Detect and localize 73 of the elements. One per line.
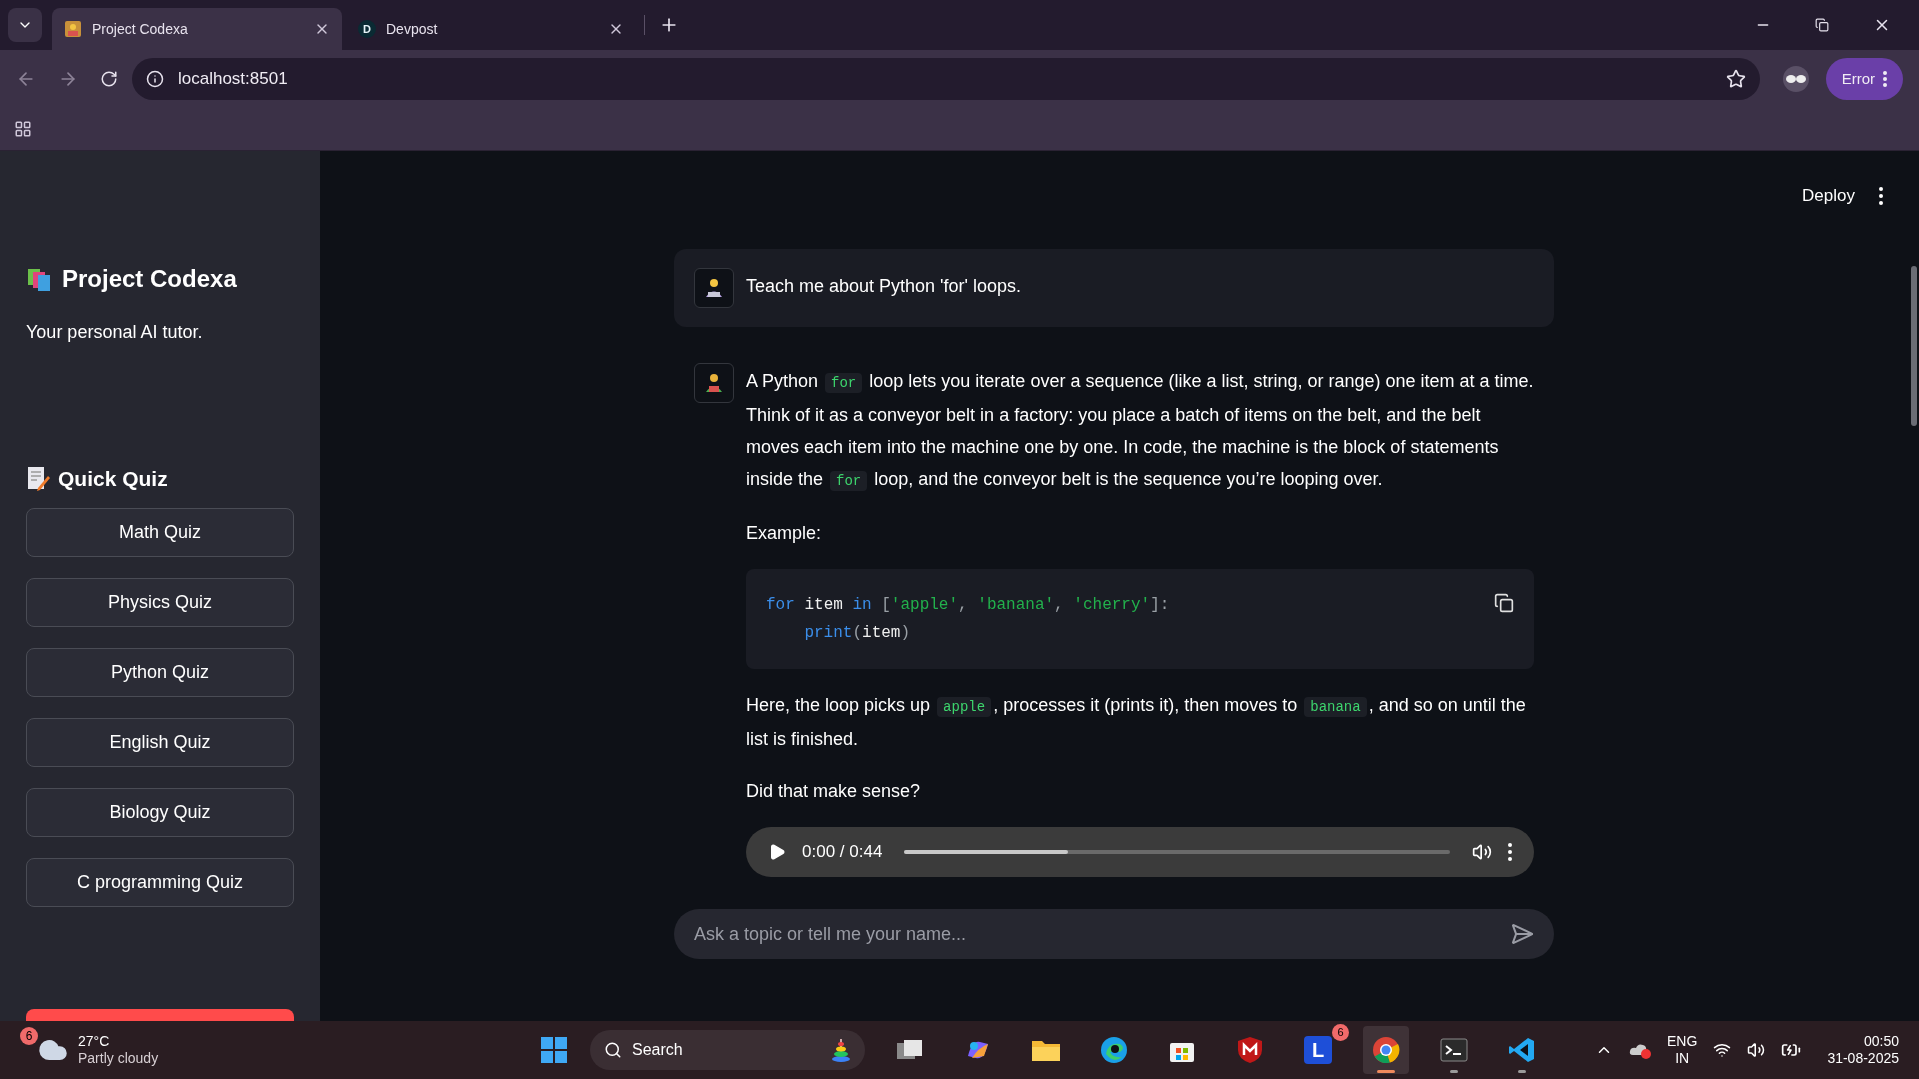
windows-start-icon[interactable] [540, 1036, 568, 1064]
send-icon[interactable] [1510, 922, 1534, 946]
memo-icon [26, 465, 50, 492]
message-text: Did that make sense? [746, 780, 922, 803]
tab-title: Devpost [386, 19, 439, 39]
quiz-button[interactable]: Python Quiz [26, 647, 294, 697]
weather-badge: 6 [20, 1027, 38, 1045]
quiz-button[interactable]: Math Quiz [26, 507, 294, 557]
bookmark-star-icon[interactable] [1725, 69, 1746, 89]
avatar-icon [694, 363, 734, 403]
audio-menu-icon[interactable] [1508, 843, 1512, 861]
rings-toy-icon [831, 1037, 851, 1063]
books-icon [26, 266, 52, 292]
edge-icon[interactable] [1100, 1036, 1128, 1064]
tab-favicon-icon: D [358, 20, 376, 38]
address-bar[interactable]: localhost:8501 [132, 58, 1760, 100]
task-view-icon[interactable] [896, 1038, 924, 1062]
main-menu-icon[interactable] [1879, 187, 1883, 205]
running-indicator [1518, 1070, 1526, 1073]
profile-avatar-icon[interactable] [1781, 65, 1810, 93]
apps-grid-icon[interactable] [14, 120, 32, 138]
message-text: A Python for loop lets you iterate over a sequence (like a list, string, or range) one item at a time. Think of it as a conveyor belt in a factory: you place a batch of items on the belt, and the belt moves each item into the machine one by one. In code, the machine is the block of statements inside the for loop, and the conveyor belt is the sequence you’re looping over. [746, 370, 1534, 493]
clock-date[interactable]: 31-08-2025 [1827, 1050, 1899, 1067]
quiz-button[interactable]: Biology Quiz [26, 787, 294, 837]
avatar-icon [694, 268, 734, 308]
wifi-icon[interactable] [1713, 1041, 1732, 1059]
address-text: localhost:8501 [178, 68, 289, 91]
copy-icon[interactable] [1494, 593, 1514, 613]
more-icon [1883, 71, 1887, 87]
volume-icon[interactable] [1472, 842, 1492, 862]
audio-time: 0:00 / 0:44 [802, 841, 883, 863]
browser-tab[interactable]: D Devpost [346, 8, 636, 50]
browser-tab[interactable]: Project Codexa [52, 8, 342, 50]
cloud-error-icon[interactable] [1629, 1041, 1652, 1059]
search-label: Search [632, 1040, 684, 1060]
tab-favicon-icon [64, 20, 82, 38]
quiz-button[interactable]: C programming Quiz [26, 857, 294, 907]
terminal-icon[interactable] [1440, 1038, 1468, 1062]
quiz-button[interactable]: English Quiz [26, 717, 294, 767]
sidebar-subtitle: Your personal AI tutor. [26, 321, 204, 344]
chrome-icon[interactable] [1372, 1036, 1400, 1064]
restore-icon[interactable] [1815, 18, 1829, 32]
tab-title: Project Codexa [92, 19, 189, 39]
vscode-icon[interactable] [1508, 1036, 1536, 1064]
code-line: print(item) [804, 623, 911, 644]
reload-icon[interactable] [100, 70, 118, 88]
volume-icon[interactable] [1747, 1041, 1766, 1059]
language-indicator[interactable]: ENG [1667, 1033, 1698, 1050]
weather-condition: Partly cloudy [78, 1050, 159, 1067]
message-text: Example: [746, 522, 823, 545]
play-icon[interactable] [768, 843, 786, 861]
shield-icon[interactable] [1237, 1036, 1263, 1064]
message-text: Here, the loop picks up apple , processes it (prints it), then moves to banana , and so on until the list is finished. [746, 694, 1527, 751]
quiz-heading: Quick Quiz [58, 466, 168, 492]
message-text: Teach me about Python 'for' loops. [746, 275, 1023, 298]
running-indicator [1377, 1070, 1395, 1073]
running-indicator [1450, 1070, 1458, 1073]
profile-error-button[interactable]: Error [1825, 58, 1903, 100]
chat-input[interactable]: Ask a topic or tell me your name... [694, 920, 1510, 948]
deploy-button[interactable]: Deploy [1802, 183, 1855, 209]
taskbar-search[interactable]: Search [590, 1030, 865, 1070]
sidebar-title: Project Codexa [62, 264, 237, 294]
quiz-button[interactable]: Physics Quiz [26, 577, 294, 627]
app-icon[interactable]: L [1304, 1036, 1332, 1064]
clock-time[interactable]: 00:50 [1863, 1033, 1899, 1050]
chat-input-bar[interactable]: Ask a topic or tell me your name... [674, 909, 1554, 959]
weather-temperature: 27°C [78, 1033, 111, 1050]
language-indicator[interactable]: IN [1675, 1050, 1690, 1067]
site-info-icon[interactable] [146, 70, 164, 88]
search-icon [604, 1041, 622, 1059]
code-line: for item in ['apple', 'banana', 'cherry']: [766, 595, 1170, 616]
app-badge: 6 [1332, 1024, 1349, 1041]
tab-list-button[interactable] [8, 8, 42, 42]
